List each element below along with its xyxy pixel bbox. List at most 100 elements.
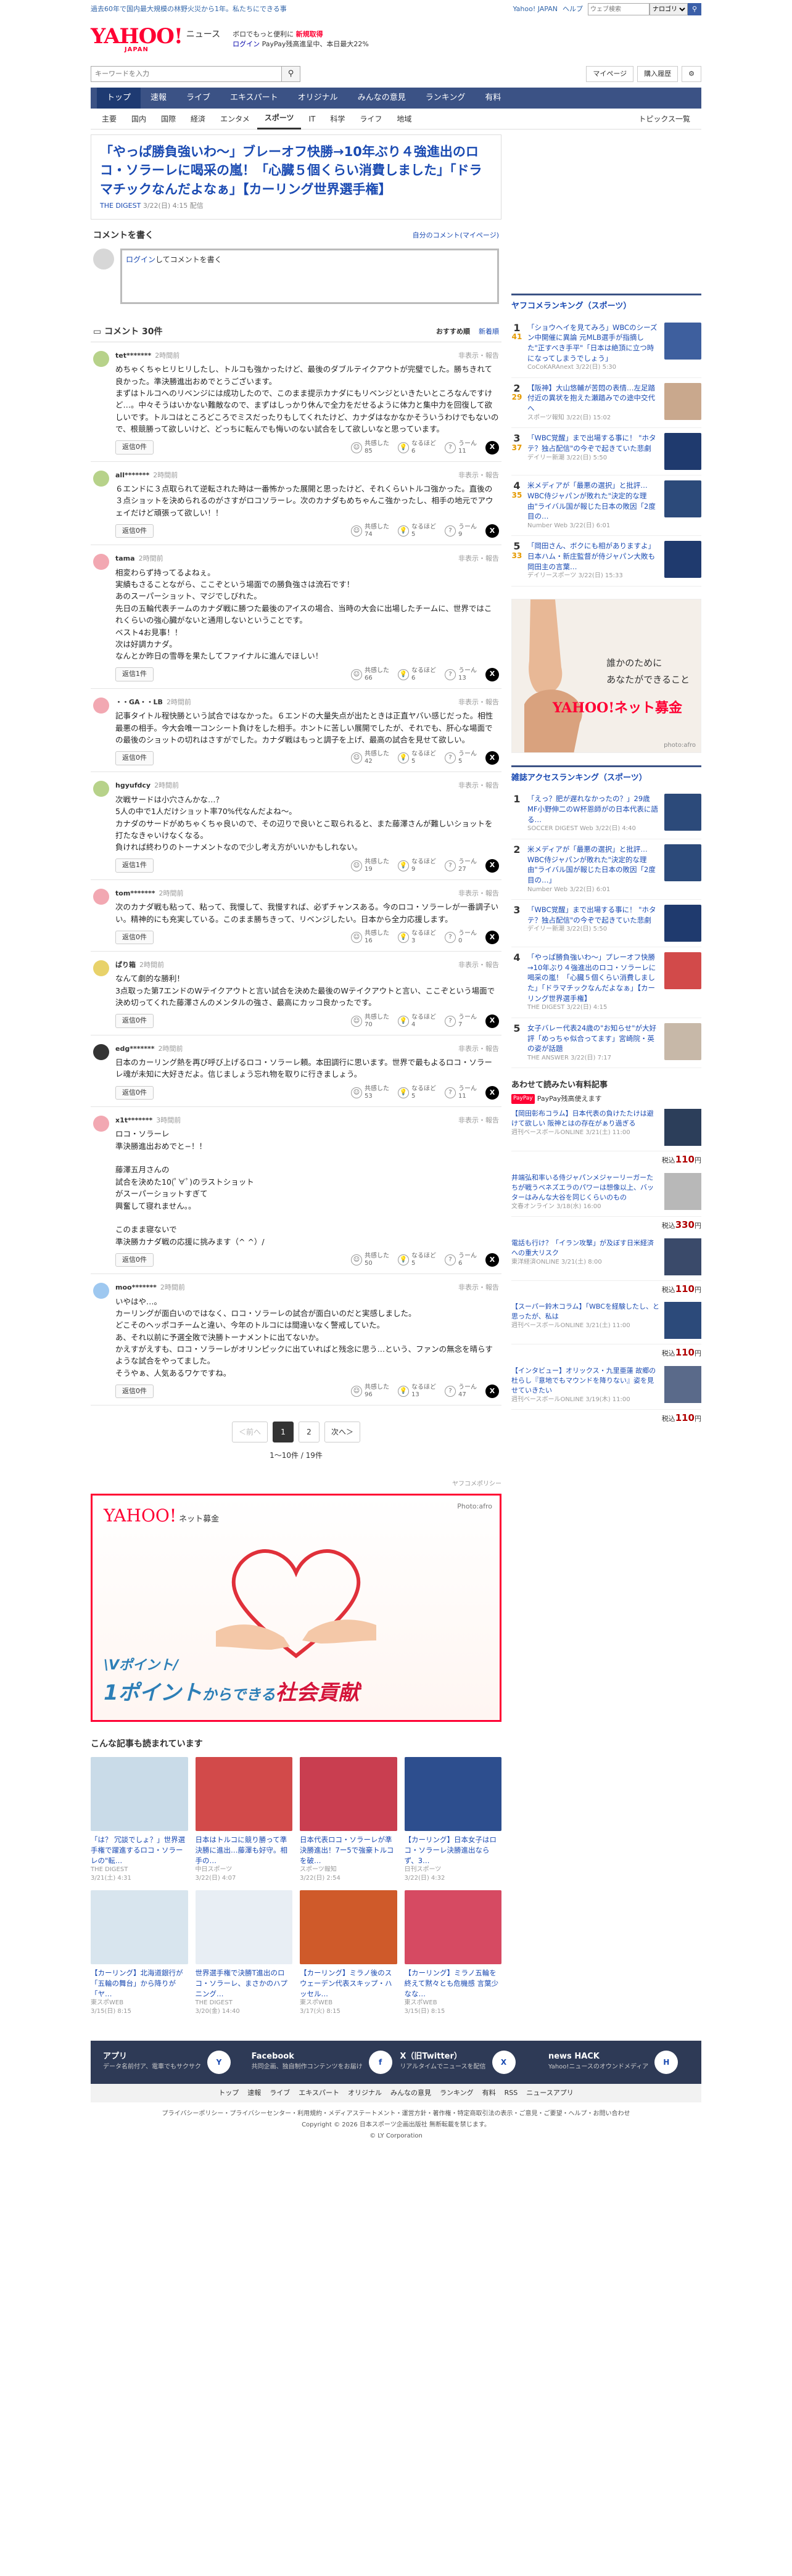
commenter-avatar[interactable]: [93, 470, 109, 487]
ranking-title[interactable]: 【阪神】大山悠輔が苦悶の表情…左足踏付近の異状を抱えた瀬踏みでの途中交代へ スポー…: [527, 383, 659, 423]
access-item[interactable]: 4 「やっぱ勝負強いわ〜」プレーオフ快勝→10年ぶり４強進出のロコ・ソラーレに喝采…: [511, 947, 701, 1018]
paid-article[interactable]: 【インタビュー】オリックス・九里亜蓮 故郷の杜らし『意地でもマウンドを降りない』…: [511, 1361, 701, 1410]
access-title[interactable]: 「WBC覚醒」まで出場する事に！ "ホタテ？独占配信"の今ぞで起きていた悲劇 デイ…: [527, 905, 659, 942]
gnav-expert[interactable]: エキスパート: [220, 88, 288, 109]
paypay-promo[interactable]: PayPay残高進呈中、本日最大22%: [262, 40, 369, 48]
access-item[interactable]: 5 女子バレー代表24歳の"お知らせ"が大好評「めっちゃ似合ってます」宮崎院・英の…: [511, 1018, 701, 1069]
reaction-button[interactable]: ☺ 共感した 85: [351, 440, 389, 455]
paid-article[interactable]: 井端弘和率いる侍ジャパンメジャーリーガーたちが戦うベネズエラのパワーは想像以上、…: [511, 1168, 701, 1217]
access-title[interactable]: 「えっ？肥が遅れなかったの？」29歳MF小野伸二のW杯恩師がの日本代表に語る… S…: [527, 794, 659, 834]
footer-nav-link[interactable]: エキスパート: [299, 2088, 339, 2099]
footer-app-link[interactable]: news HACK Yahoo!ニュースのオウンドメディア H: [548, 2051, 689, 2075]
related-article-card[interactable]: 日本はトルコに競り勝って準決勝に進出…藤澤も好守。相手の… 中日スポーツ 3/22(…: [195, 1757, 292, 1883]
purchase-history-button[interactable]: 購入履歴: [637, 66, 679, 82]
x-share-icon[interactable]: X: [485, 1085, 499, 1100]
commenter-name[interactable]: x1t*******: [115, 1116, 152, 1124]
access-item[interactable]: 1 「えっ？肥が遅れなかったの？」29歳MF小野伸二のW杯恩師がの日本代表に語る……: [511, 789, 701, 839]
legal-links[interactable]: プライバシーポリシー・プライバシーセンター・利用規約・メディアステートメント・運…: [91, 2109, 701, 2120]
prev-page-button[interactable]: ＜前へ: [231, 1422, 268, 1443]
reaction-button[interactable]: ☺ 共感した 50: [351, 1253, 389, 1267]
x-share-icon[interactable]: X: [485, 1253, 499, 1267]
donation-banner[interactable]: YAHOO! ネット募金 Photo:afro \Vポイント/ 1ポイントからでき…: [91, 1494, 501, 1722]
gnav-ranking[interactable]: ランキング: [416, 88, 476, 109]
paid-title-text[interactable]: 【インタビュー】オリックス・九里亜蓮 故郷の杜らし『意地でもマウンドを降りない』…: [511, 1367, 656, 1394]
report-link[interactable]: 非表示・報告: [458, 960, 499, 971]
reaction-button[interactable]: ☺ 共感した 19: [351, 858, 389, 873]
reaction-button[interactable]: ☺ 共感した 74: [351, 524, 389, 538]
report-link[interactable]: 非表示・報告: [458, 697, 499, 708]
reaction-button[interactable]: ? うーん 7: [445, 1014, 477, 1029]
related-article-title[interactable]: 【カーリング】日本女子はロコ・ソラーレ決勝進出ならず、3…: [405, 1835, 502, 1866]
my-comments-link[interactable]: 自分のコメント(マイページ): [413, 231, 499, 241]
tab-economy[interactable]: 経済: [183, 109, 213, 130]
related-article-card[interactable]: 世界選手権で決勝T進出のロコ・ソラーレ、まさかのハプニング… THE DIGEST…: [195, 1890, 292, 2016]
facebook-icon[interactable]: f: [368, 2051, 392, 2075]
reaction-button[interactable]: 💡 なるほど 6: [398, 667, 436, 682]
ranking-title[interactable]: 「WBC覚醒」まで出場する事に！ "ホタテ？独占配信"の今ぞで起きていた悲劇 デイ…: [527, 433, 659, 470]
paid-article[interactable]: 電話も行け？「イラン攻撃」が及ぼす日米経済への重大リスク 東洋経済ONLINE 3…: [511, 1233, 701, 1281]
newshack-icon[interactable]: H: [654, 2051, 679, 2075]
access-title-text[interactable]: 米メディアが「最悪の選択」と批評…WBC侍ジャパンが敗れた"決定的な理由"ライバ…: [527, 845, 656, 884]
related-article-card[interactable]: 【カーリング】日本女子はロコ・ソラーレ決勝進出ならず、3… 日刊スポーツ 3/22(…: [404, 1757, 502, 1883]
page-1-button[interactable]: 1: [273, 1422, 294, 1443]
footer-nav-link[interactable]: 速報: [247, 2088, 261, 2099]
reply-toggle-button[interactable]: 返信0件: [115, 440, 154, 455]
reaction-button[interactable]: 💡 なるほど 5: [398, 751, 436, 765]
report-link[interactable]: 非表示・報告: [458, 889, 499, 899]
commenter-name[interactable]: tom*******: [115, 889, 155, 897]
commenter-avatar[interactable]: [93, 1283, 109, 1299]
tab-sports[interactable]: スポーツ: [257, 109, 302, 130]
commenter-avatar[interactable]: [93, 960, 109, 976]
x-share-icon[interactable]: X: [485, 524, 499, 538]
page-2-button[interactable]: 2: [299, 1422, 320, 1443]
paid-title-text[interactable]: 【岡田彰布コラム】日本代表の負けたたけは避けて欲しい 阪神とはの存在がぁり過ぎる: [511, 1109, 654, 1127]
report-link[interactable]: 非表示・報告: [458, 1044, 499, 1055]
x-share-icon[interactable]: X: [485, 858, 499, 873]
ranking-item[interactable]: 2 29 【阪神】大山悠輔が苦悶の表情…左足踏付近の異状を抱えた瀬踏みでの途中交代へ…: [511, 378, 701, 429]
gnav-breaking[interactable]: 速報: [141, 88, 176, 109]
footer-app-link[interactable]: X（旧Twitter） リアルタイムでニュースを配信 X: [400, 2051, 540, 2075]
topics-list-link[interactable]: トピックス一覧: [631, 109, 698, 130]
tab-international[interactable]: 国際: [154, 109, 183, 130]
reaction-button[interactable]: ☺ 共感した 66: [351, 667, 389, 682]
news-search-input[interactable]: [91, 66, 282, 82]
web-search-input[interactable]: [588, 3, 650, 15]
reply-toggle-button[interactable]: 返信0件: [115, 1085, 154, 1100]
ranking-title[interactable]: 「岡田さん、ボクにも相がありますよ」日本ハム・新庄監督が侍ジャパン大敗も岡田主の…: [527, 541, 659, 581]
access-title[interactable]: 女子バレー代表24歳の"お知らせ"が大好評「めっちゃ似合ってます」宮崎院・英の姿…: [527, 1023, 659, 1063]
x-share-icon[interactable]: X: [485, 667, 499, 681]
next-page-button[interactable]: 次へ＞: [324, 1422, 361, 1443]
commenter-avatar[interactable]: [93, 350, 109, 367]
commenter-avatar[interactable]: [93, 781, 109, 797]
reaction-button[interactable]: 💡 なるほど 13: [398, 1384, 436, 1399]
paid-article-title[interactable]: 【スーパー鈴木コラム】「WBCを経験したし、と思ったが、私は 週刊ベースボールON…: [511, 1302, 659, 1339]
yahoo-japan-link[interactable]: Yahoo! JAPAN: [513, 4, 558, 15]
section-name[interactable]: ニュース: [186, 28, 220, 41]
app-icon[interactable]: Y: [207, 2051, 231, 2075]
related-article-title[interactable]: 【カーリング】ミラノ後のスウェーデン代表スキップ・ハッセル…: [300, 1968, 397, 1999]
footer-nav-link[interactable]: ランキング: [440, 2088, 474, 2099]
related-article-card[interactable]: 【カーリング】ミラノ後のスウェーデン代表スキップ・ハッセル… 東スポWEB 3/17…: [300, 1890, 397, 2016]
ranking-title[interactable]: 「ショウヘイを見てみろ」WBCのシーズン中開催に異論 元MLB選手が指摘した"正…: [527, 323, 659, 372]
report-link[interactable]: 非表示・報告: [458, 554, 499, 564]
yahoo-logo[interactable]: YAHOO! JAPAN: [91, 26, 183, 53]
gnav-paid[interactable]: 有料: [475, 88, 511, 109]
x-share-icon[interactable]: X: [485, 930, 499, 944]
ranking-title-text[interactable]: 「岡田さん、ボクにも相がありますよ」日本ハム・新庄監督が侍ジャパン大敗も岡田主の…: [527, 541, 655, 570]
reply-toggle-button[interactable]: 返信0件: [115, 1384, 154, 1399]
commenter-avatar[interactable]: [93, 697, 109, 714]
related-article-title[interactable]: 【カーリング】北海道銀行が「五輪の舞台」から降りが「ヤ…: [91, 1968, 188, 1999]
footer-app-name[interactable]: news HACK: [548, 2051, 648, 2063]
commenter-name[interactable]: all*******: [115, 471, 149, 479]
comment-policy-link[interactable]: ヤフコメポリシー: [91, 1479, 501, 1489]
footer-nav-link[interactable]: トップ: [218, 2088, 239, 2099]
commenter-name[interactable]: edg*******: [115, 1045, 154, 1053]
report-link[interactable]: 非表示・報告: [458, 1116, 499, 1126]
sort-newest[interactable]: 新着順: [479, 327, 499, 337]
footer-app-link[interactable]: Facebook 共同企画、独自制作コンテンツをお届け f: [252, 2051, 392, 2075]
access-title[interactable]: 米メディアが「最悪の選択」と批評…WBC侍ジャパンが敗れた"決定的な理由"ライバ…: [527, 844, 659, 894]
footer-nav-link[interactable]: ニュースアプリ: [526, 2088, 573, 2099]
commenter-avatar[interactable]: [93, 554, 109, 570]
commenter-name[interactable]: tama: [115, 554, 135, 562]
notice-link[interactable]: 過去60年で国内最大規模の林野火災から1年。私たちにできる事: [91, 4, 287, 15]
